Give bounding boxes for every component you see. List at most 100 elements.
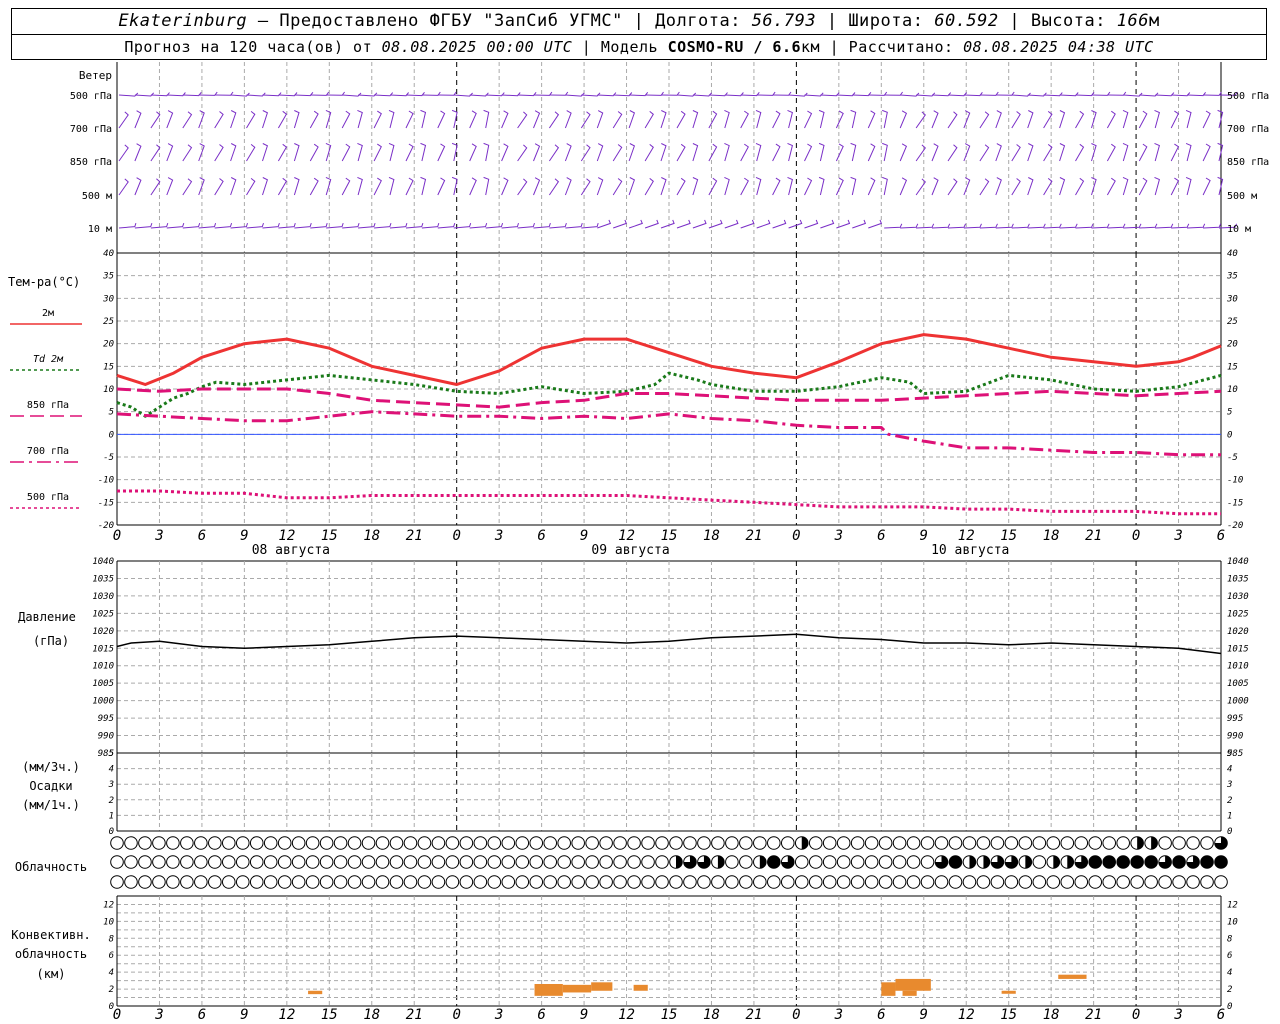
conv-right-tick: 10 xyxy=(1227,917,1238,927)
wind-barb xyxy=(915,144,926,162)
wind-barb xyxy=(676,177,686,196)
cloud-symbol xyxy=(725,855,739,869)
conv-bar xyxy=(1058,974,1087,979)
wind-barb xyxy=(118,222,137,229)
temp-left-tick: 15 xyxy=(103,362,114,372)
x-tick-label: 3 xyxy=(494,1007,503,1023)
conv-left-tick: 4 xyxy=(109,968,114,978)
wind-level-label: 500 м xyxy=(1227,191,1257,202)
wind-barb xyxy=(1011,144,1021,162)
cloud-fill xyxy=(983,855,990,869)
cloud-symbol xyxy=(920,836,935,850)
temp-series-line xyxy=(116,387,1222,409)
cloud-symbol xyxy=(124,875,138,889)
wind-barb xyxy=(882,176,888,196)
wind-barb xyxy=(660,110,667,129)
legend-label: 500 гПа xyxy=(27,492,69,503)
x-tick-label: 18 xyxy=(363,528,380,544)
cloud-symbol xyxy=(683,836,697,850)
cloud-symbol xyxy=(263,855,278,869)
wind-barb xyxy=(755,142,762,162)
precip-right-tick: 0 xyxy=(1227,827,1232,837)
wind-barb xyxy=(1170,110,1180,129)
wind-barb xyxy=(341,143,351,162)
cloud-symbol xyxy=(725,836,739,850)
temp-left-tick: 40 xyxy=(103,249,114,259)
x-tick-label: 6 xyxy=(537,528,545,544)
cloud-symbol xyxy=(976,836,991,850)
cloud-symbol xyxy=(263,875,278,889)
temp-right-tick: 35 xyxy=(1226,272,1238,282)
wind-barb xyxy=(660,143,667,162)
wind-barb xyxy=(1059,143,1066,162)
wind-barb xyxy=(676,110,686,129)
cloud-symbol xyxy=(627,855,641,869)
x-tick-label: 3 xyxy=(1173,1007,1182,1023)
x-tick-label: 21 xyxy=(1085,1007,1102,1023)
cloud-symbol xyxy=(1060,875,1075,889)
x-tick-label: 9 xyxy=(240,1007,248,1023)
cloud-symbol xyxy=(277,855,292,869)
wind-barb xyxy=(469,222,488,229)
precip-left-tick: 2 xyxy=(109,796,114,806)
cloud-symbol xyxy=(431,875,446,889)
wind-barb xyxy=(724,142,730,162)
wind-barb xyxy=(262,222,280,229)
cloud-symbol xyxy=(878,855,893,869)
wind-barb xyxy=(995,110,1002,129)
wind-barb xyxy=(214,178,224,196)
cloud-symbol xyxy=(347,875,362,889)
wind-barb xyxy=(708,177,718,196)
conv-right-tick: 6 xyxy=(1227,951,1232,961)
x-tick-label: 3 xyxy=(834,1007,843,1023)
precip-right-tick: 2 xyxy=(1227,796,1232,806)
wind-barb xyxy=(501,222,519,229)
wind-barb xyxy=(548,178,560,196)
wind-barb xyxy=(818,109,825,129)
cloud-symbol xyxy=(333,855,348,869)
wind-barb xyxy=(326,222,344,229)
wind-barb xyxy=(483,142,490,162)
wind-barb xyxy=(867,177,876,196)
cloud-symbol xyxy=(249,855,264,869)
x-tick-label: 9 xyxy=(580,528,588,544)
x-tick-label: 9 xyxy=(920,528,928,544)
wind-barb xyxy=(483,109,490,129)
wind-barb xyxy=(405,143,414,162)
cloud-symbol xyxy=(1116,836,1130,850)
wind-barb xyxy=(182,222,201,229)
wind-barb xyxy=(692,177,699,196)
wind-barb xyxy=(342,222,360,229)
x-tick-label: 15 xyxy=(661,528,678,544)
cloud-symbol xyxy=(305,875,320,889)
conv-bar xyxy=(562,984,592,993)
cloud-symbol xyxy=(361,836,376,850)
cloud-symbol xyxy=(1088,836,1103,850)
wind-barb xyxy=(947,223,967,229)
wind-barb xyxy=(230,143,237,162)
wind-barb xyxy=(835,177,844,196)
cloud-symbol xyxy=(459,836,474,850)
wind-barb xyxy=(915,178,926,196)
cloud-symbol xyxy=(473,855,488,869)
pres-left-tick: 1030 xyxy=(92,592,114,602)
wind-barb xyxy=(1027,177,1034,196)
wind-barb xyxy=(246,178,256,196)
x-tick-label: 6 xyxy=(1217,1007,1225,1023)
cloud-symbol xyxy=(1172,875,1186,889)
x-tick-label: 15 xyxy=(321,1007,338,1023)
cloud-symbol xyxy=(920,875,935,889)
cloud-symbol xyxy=(739,875,753,889)
x-tick-label: 6 xyxy=(1217,528,1225,544)
wind-barb xyxy=(1185,142,1192,162)
wind-barb xyxy=(437,177,446,196)
cloud-fill xyxy=(1151,836,1158,850)
wind-barb xyxy=(277,110,288,129)
x-tick-label: 6 xyxy=(877,1007,885,1023)
x-tick-label: 0 xyxy=(113,1007,121,1023)
cloud-symbol xyxy=(808,875,823,889)
cloud-fill xyxy=(1102,855,1116,869)
day-label: 10 августа xyxy=(931,543,1009,558)
pressure-title: Давление xyxy=(18,610,76,624)
wind-barb xyxy=(628,143,636,162)
